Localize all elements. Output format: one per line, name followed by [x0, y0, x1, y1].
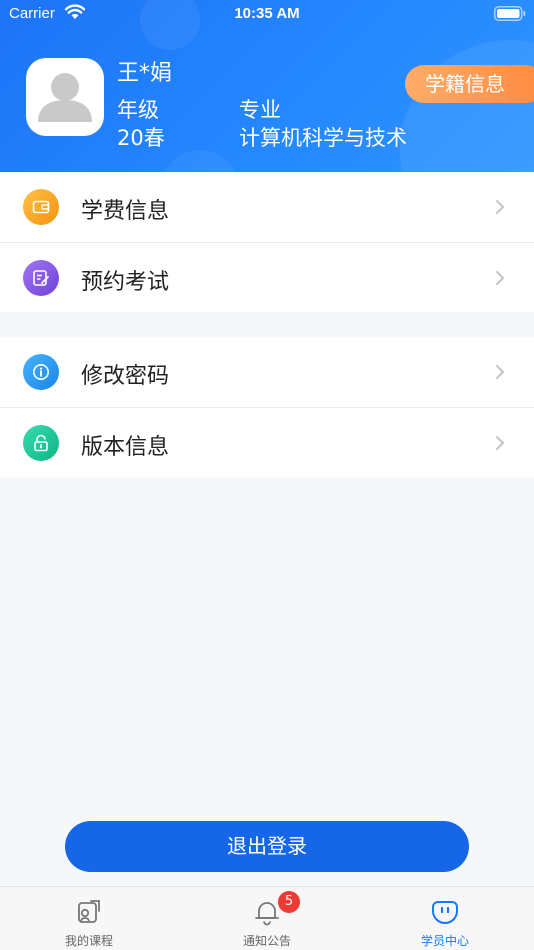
menu-label: 修改密码: [81, 364, 170, 389]
menu-label: 版本信息: [81, 435, 170, 460]
avatar[interactable]: [26, 58, 104, 136]
chevron-right-icon: [496, 271, 504, 285]
tab-bar: 我的课程 5 通知公告 学员中心: [0, 886, 534, 950]
menu-item-change-password[interactable]: 修改密码: [0, 337, 534, 407]
chevron-right-icon: [496, 200, 504, 214]
menu-label: 预约考试: [81, 270, 170, 295]
edit-note-icon: [23, 260, 59, 296]
menu-label: 学费信息: [81, 199, 170, 224]
user-name: 王*娟: [117, 61, 173, 86]
courses-icon: [78, 900, 100, 923]
tab-my-courses[interactable]: 我的课程: [0, 887, 178, 950]
tab-notices[interactable]: 5 通知公告: [178, 887, 356, 950]
decorative-circle: [400, 40, 534, 172]
grade-label: 年级: [117, 98, 159, 122]
student-center-icon: [432, 901, 458, 925]
status-bar: Carrier 10:35 AM: [0, 0, 534, 30]
notification-badge: 5: [278, 891, 300, 913]
tab-label: 学员中心: [420, 934, 469, 948]
tab-label: 通知公告: [242, 934, 291, 948]
enrollment-info-button[interactable]: 学籍信息: [405, 65, 534, 103]
wallet-icon: [23, 189, 59, 225]
major-value: 计算机科学与技术: [239, 126, 407, 150]
clock: 10:35 AM: [234, 5, 300, 22]
grade-value: 20春: [117, 126, 165, 150]
major-label: 专业: [239, 98, 281, 122]
decorative-circle: [160, 150, 240, 172]
battery-icon: [494, 6, 526, 21]
tab-label: 我的课程: [64, 934, 113, 948]
chevron-right-icon: [496, 436, 504, 450]
menu-item-version-info[interactable]: 版本信息: [0, 407, 534, 477]
info-icon: [23, 354, 59, 390]
menu-item-tuition[interactable]: 学费信息: [0, 172, 534, 242]
chevron-right-icon: [496, 365, 504, 379]
menu-group-settings: 修改密码 版本信息: [0, 337, 534, 477]
person-icon: [38, 73, 92, 122]
menu-group-account: 学费信息 预约考试: [0, 172, 534, 312]
logout-button[interactable]: 退出登录: [65, 821, 469, 872]
menu-item-exam-booking[interactable]: 预约考试: [0, 242, 534, 312]
tab-student-center[interactable]: 学员中心: [356, 887, 534, 950]
lock-icon: [23, 425, 59, 461]
